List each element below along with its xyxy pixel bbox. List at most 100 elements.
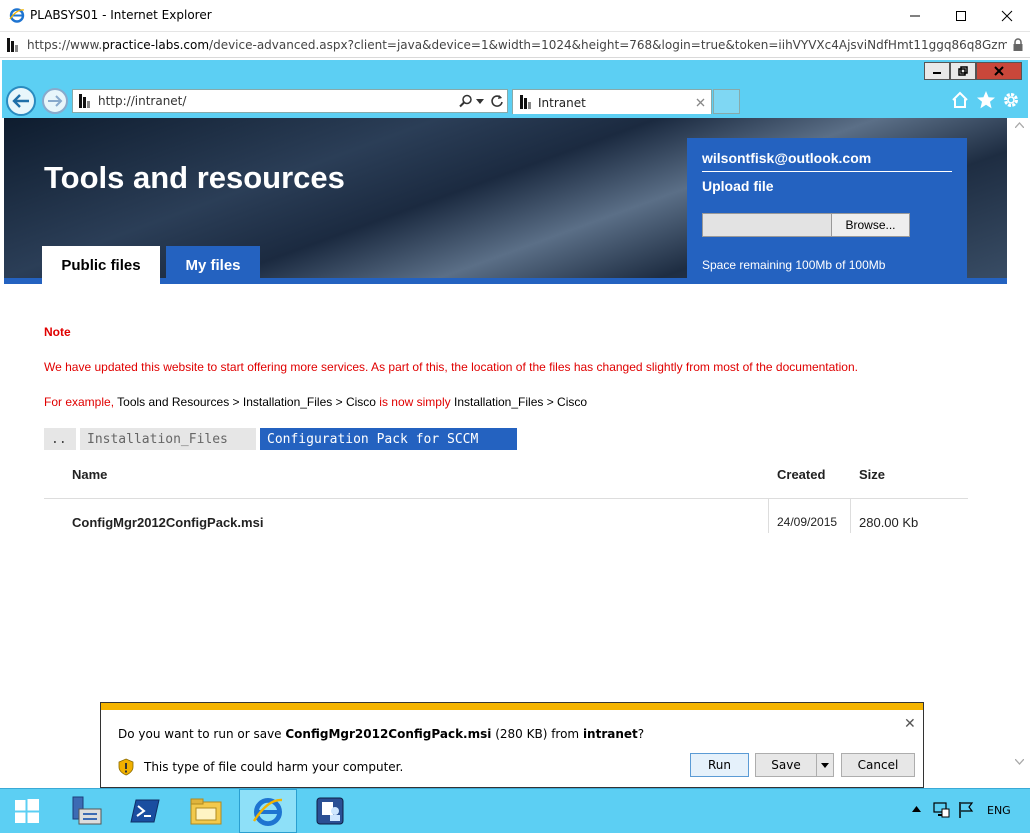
- example-old-path: Tools and Resources > Installation_Files…: [117, 395, 376, 409]
- close-icon: [1001, 10, 1013, 22]
- lock-icon: [1013, 38, 1023, 51]
- security-shield-icon: [118, 758, 134, 776]
- breadcrumb-current[interactable]: Configuration Pack for SCCM: [260, 428, 517, 450]
- column-header-name[interactable]: Name: [72, 467, 107, 482]
- back-button[interactable]: [6, 86, 36, 116]
- network-icon[interactable]: [932, 801, 950, 819]
- download-warning: This type of file could harm your comput…: [144, 760, 404, 774]
- breadcrumb-installation-files[interactable]: Installation_Files: [80, 428, 256, 450]
- column-header-size[interactable]: Size: [859, 467, 885, 482]
- note-text: We have updated this website to start of…: [44, 360, 858, 374]
- space-remaining: Space remaining 100Mb of 100Mb: [702, 258, 886, 272]
- address-text: http://intranet/: [98, 94, 187, 108]
- save-options-dropdown[interactable]: [816, 753, 834, 777]
- address-bar[interactable]: http://intranet/: [72, 89, 508, 113]
- inner-restore-button[interactable]: [950, 62, 976, 80]
- forward-button[interactable]: [42, 88, 68, 114]
- close-button[interactable]: [984, 0, 1030, 32]
- question-prefix: Do you want to run or save: [118, 727, 286, 741]
- new-tab-button[interactable]: [713, 89, 740, 114]
- server-manager-icon: [72, 796, 102, 825]
- close-icon[interactable]: [696, 98, 705, 107]
- internet-explorer-taskbar-button[interactable]: [239, 789, 297, 833]
- arrow-right-icon: [48, 95, 63, 107]
- action-center-flag-icon[interactable]: [957, 801, 975, 819]
- outer-url[interactable]: https://www.practice-labs.com/device-adv…: [27, 38, 1007, 52]
- divider: [702, 171, 952, 172]
- upload-file-label: Upload file: [702, 178, 774, 194]
- url-path: /device-advanced.aspx?client=java&device…: [209, 38, 1007, 52]
- close-icon: [994, 66, 1004, 76]
- download-filename: ConfigMgr2012ConfigPack.msi: [285, 727, 492, 741]
- close-icon[interactable]: ✕: [904, 715, 916, 732]
- browse-button[interactable]: Browse...: [831, 213, 910, 237]
- remote-desktop-icon: [316, 797, 344, 825]
- folder-icon: [190, 798, 222, 825]
- url-prefix: https://www.: [27, 38, 103, 52]
- run-button[interactable]: Run: [690, 753, 749, 777]
- download-notification-bar: Do you want to run or save ConfigMgr2012…: [100, 702, 924, 788]
- search-icon[interactable]: [459, 94, 473, 108]
- user-email[interactable]: wilsontfisk@outlook.com: [702, 150, 871, 166]
- refresh-icon[interactable]: [490, 94, 504, 108]
- page-title: Tools and resources: [44, 160, 345, 195]
- inner-minimize-button[interactable]: [924, 62, 950, 80]
- dropdown-arrow-icon[interactable]: [476, 99, 484, 104]
- minimize-button[interactable]: [892, 0, 938, 32]
- tab-my-files[interactable]: My files: [166, 246, 260, 284]
- question-size: (280 KB) from: [491, 727, 583, 741]
- settings-gear-icon[interactable]: [1001, 90, 1021, 110]
- tab-public-files[interactable]: Public files: [42, 246, 160, 284]
- upload-panel: wilsontfisk@outlook.com Upload file Brow…: [687, 138, 967, 284]
- tab-intranet[interactable]: Intranet: [512, 89, 712, 114]
- remote-desktop-taskbar-button[interactable]: [302, 789, 358, 833]
- favorites-star-icon[interactable]: [976, 90, 996, 110]
- column-header-created[interactable]: Created: [777, 467, 825, 482]
- minimize-icon: [933, 72, 941, 74]
- internet-explorer-icon: [252, 797, 283, 827]
- scroll-down-icon[interactable]: [1015, 759, 1024, 765]
- language-indicator[interactable]: ENG: [987, 804, 1011, 817]
- download-host: intranet: [582, 727, 638, 741]
- cancel-button[interactable]: Cancel: [841, 753, 915, 777]
- outer-title-bar: PLABSYS01 - Internet Explorer: [0, 0, 1030, 32]
- window-title: PLABSYS01 - Internet Explorer: [30, 8, 212, 22]
- outer-address-bar[interactable]: https://www.practice-labs.com/device-adv…: [0, 32, 1030, 58]
- inner-close-button[interactable]: [976, 62, 1022, 80]
- example-new-path: Installation_Files > Cisco: [453, 395, 588, 409]
- file-name-link[interactable]: ConfigMgr2012ConfigPack.msi: [72, 515, 263, 530]
- home-icon[interactable]: [951, 91, 969, 109]
- maximize-button[interactable]: [938, 0, 984, 32]
- scroll-up-icon[interactable]: [1015, 122, 1024, 128]
- notification-accent: [101, 703, 923, 710]
- site-favicon-icon: [79, 94, 90, 108]
- file-path-input[interactable]: [702, 213, 832, 237]
- site-favicon-icon: [7, 38, 18, 52]
- save-button[interactable]: Save: [755, 753, 817, 777]
- windows-logo-icon: [15, 799, 39, 823]
- powershell-taskbar-button[interactable]: [117, 789, 173, 833]
- server-manager-taskbar-button[interactable]: [58, 789, 114, 833]
- restore-icon: [958, 66, 968, 76]
- note-example: For example, Tools and Resources > Insta…: [44, 395, 587, 409]
- start-button[interactable]: [0, 789, 54, 833]
- site-favicon-icon: [520, 95, 531, 109]
- file-explorer-taskbar-button[interactable]: [178, 789, 234, 833]
- powershell-icon: [130, 799, 160, 823]
- internet-explorer-icon: [9, 8, 25, 23]
- file-size: 280.00 Kb: [859, 515, 919, 530]
- remote-desktop: http://intranet/ Intranet Tools and reso…: [2, 60, 1028, 788]
- vertical-scrollbar[interactable]: [1011, 118, 1028, 788]
- example-mid: is now simply: [375, 395, 454, 409]
- show-hidden-icons-chevron-icon[interactable]: [912, 806, 921, 812]
- question-suffix: ?: [637, 727, 645, 741]
- file-created: 24/09/2015: [777, 515, 838, 529]
- maximize-icon: [956, 11, 966, 21]
- column-divider: [850, 499, 851, 533]
- example-prefix: For example,: [44, 395, 118, 409]
- arrow-left-icon: [12, 94, 29, 108]
- breadcrumb-parent[interactable]: ..: [44, 428, 76, 450]
- minimize-icon: [910, 15, 920, 17]
- web-page: Tools and resources Public files My file…: [2, 118, 1028, 788]
- table-header-divider: [44, 498, 968, 499]
